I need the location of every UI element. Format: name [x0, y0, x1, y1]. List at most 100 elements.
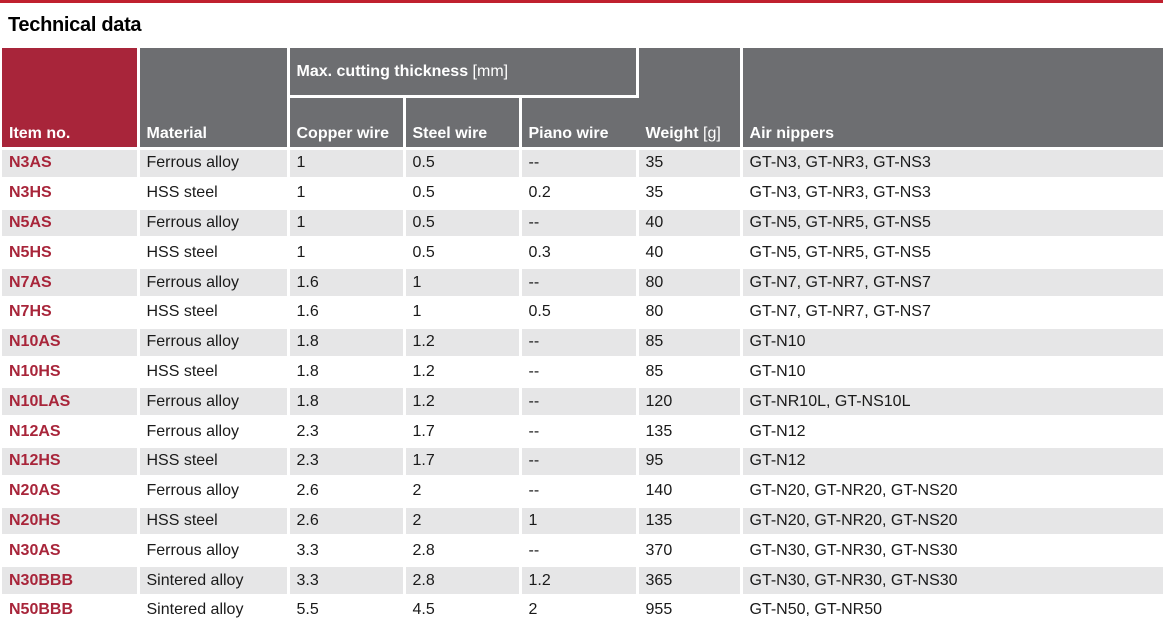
cell-piano-wire: --	[520, 267, 639, 299]
cell-item-no: N5AS	[2, 208, 140, 240]
cell-copper-wire: 1.6	[288, 297, 406, 329]
table-row: N20AS Ferrous alloy 2.6 2 -- 140 GT-N20, GT-NR…	[2, 476, 1163, 508]
cell-item-no: N50BBB	[2, 595, 140, 627]
cell-weight: 135	[637, 416, 743, 448]
cell-steel-wire: 2.8	[404, 535, 522, 568]
cell-item-no: N20AS	[2, 476, 140, 508]
table-row: N3HS HSS steel 1 0.5 0.2 35 GT-N3, GT-NR3, GT-…	[2, 178, 1163, 210]
cell-air-nippers: GT-N30, GT-NR30, GT-NS30	[741, 535, 1163, 568]
cell-steel-wire: 0.5	[404, 237, 522, 270]
cell-weight: 140	[637, 476, 743, 508]
table-row: N5HS HSS steel 1 0.5 0.3 40 GT-N5, GT-NR5, GT-…	[2, 237, 1163, 270]
cell-steel-wire: 1.2	[404, 386, 522, 419]
cell-air-nippers: GT-N3, GT-NR3, GT-NS3	[741, 148, 1163, 180]
cell-steel-wire: 1.7	[404, 416, 522, 448]
cell-copper-wire: 1.8	[288, 327, 406, 359]
table-row: N10AS Ferrous alloy 1.8 1.2 -- 85 GT-N10	[2, 327, 1163, 359]
table-row: N30AS Ferrous alloy 3.3 2.8 -- 370 GT-N30, GT-…	[2, 535, 1163, 568]
cell-air-nippers: GT-N10	[741, 357, 1163, 389]
cell-copper-wire: 5.5	[288, 595, 406, 627]
header-steel-wire: Steel wire	[404, 96, 522, 150]
cell-material: Sintered alloy	[138, 565, 290, 597]
cell-weight: 95	[637, 446, 743, 478]
table-row: N3AS Ferrous alloy 1 0.5 -- 35 GT-N3, GT-NR3, …	[2, 148, 1163, 180]
table-row: N30BBB Sintered alloy 3.3 2.8 1.2 365 GT-N30, …	[2, 565, 1163, 597]
table-row: N7AS Ferrous alloy 1.6 1 -- 80 GT-N7, GT-NR7, …	[2, 267, 1163, 299]
cell-weight: 365	[637, 565, 743, 597]
cell-material: HSS steel	[138, 506, 290, 538]
cell-material: Ferrous alloy	[138, 208, 290, 240]
cell-steel-wire: 1.2	[404, 357, 522, 389]
cell-weight: 80	[637, 297, 743, 329]
cell-air-nippers: GT-N10	[741, 327, 1163, 359]
cell-steel-wire: 0.5	[404, 208, 522, 240]
header-row-group: Item no. Material Max. cutting thickness…	[2, 48, 1163, 150]
cell-air-nippers: GT-N50, GT-NR50	[741, 595, 1163, 627]
cell-steel-wire: 4.5	[404, 595, 522, 627]
cell-item-no: N30AS	[2, 535, 140, 568]
cell-steel-wire: 1	[404, 297, 522, 329]
cell-item-no: N5HS	[2, 237, 140, 270]
cell-item-no: N12AS	[2, 416, 140, 448]
table-row: N10LAS Ferrous alloy 1.8 1.2 -- 120 GT-NR10L, …	[2, 386, 1163, 419]
cell-air-nippers: GT-N5, GT-NR5, GT-NS5	[741, 237, 1163, 270]
page-title: Technical data	[8, 14, 142, 36]
cell-material: Ferrous alloy	[138, 476, 290, 508]
header-air-nippers: Air nippers	[741, 48, 1163, 150]
cell-material: HSS steel	[138, 446, 290, 478]
header-weight: Weight [g]	[637, 48, 743, 150]
cell-material: Sintered alloy	[138, 595, 290, 627]
cell-item-no: N30BBB	[2, 565, 140, 597]
cell-air-nippers: GT-N20, GT-NR20, GT-NS20	[741, 476, 1163, 508]
cell-item-no: N3AS	[2, 148, 140, 180]
header-copper-wire: Copper wire	[288, 96, 406, 150]
cell-piano-wire: --	[520, 386, 639, 419]
cell-piano-wire: 0.5	[520, 297, 639, 329]
cell-copper-wire: 1	[288, 148, 406, 180]
cell-air-nippers: GT-NR10L, GT-NS10L	[741, 386, 1163, 419]
cell-copper-wire: 3.3	[288, 565, 406, 597]
cell-material: Ferrous alloy	[138, 535, 290, 568]
cell-copper-wire: 1	[288, 208, 406, 240]
cell-material: HSS steel	[138, 178, 290, 210]
cell-material: Ferrous alloy	[138, 327, 290, 359]
table-row: N5AS Ferrous alloy 1 0.5 -- 40 GT-N5, GT-NR5, …	[2, 208, 1163, 240]
cell-copper-wire: 2.6	[288, 506, 406, 538]
cell-item-no: N20HS	[2, 506, 140, 538]
cell-item-no: N7HS	[2, 297, 140, 329]
table-row: N7HS HSS steel 1.6 1 0.5 80 GT-N7, GT-NR7, GT-…	[2, 297, 1163, 329]
cell-weight: 370	[637, 535, 743, 568]
cell-piano-wire: --	[520, 208, 639, 240]
header-material: Material	[138, 48, 290, 150]
cell-steel-wire: 0.5	[404, 178, 522, 210]
cell-copper-wire: 1.8	[288, 386, 406, 419]
cell-weight: 85	[637, 327, 743, 359]
table-row: N10HS HSS steel 1.8 1.2 -- 85 GT-N10	[2, 357, 1163, 389]
top-accent-rule	[0, 0, 1163, 3]
cell-copper-wire: 1	[288, 237, 406, 270]
header-max-cutting-label: Max. cutting thickness	[296, 62, 469, 80]
cell-piano-wire: 1	[520, 506, 639, 538]
table-row: N50BBB Sintered alloy 5.5 4.5 2 955 GT-N50, GT…	[2, 595, 1163, 627]
cell-air-nippers: GT-N12	[741, 416, 1163, 448]
header-weight-label: Weight	[645, 125, 699, 142]
cell-piano-wire: --	[520, 357, 639, 389]
cell-piano-wire: --	[520, 446, 639, 478]
cell-weight: 120	[637, 386, 743, 419]
cell-item-no: N12HS	[2, 446, 140, 478]
cell-steel-wire: 1	[404, 267, 522, 299]
technical-data-table: Item no. Material Max. cutting thickness…	[2, 48, 1163, 627]
cell-weight: 80	[637, 267, 743, 299]
cell-piano-wire: --	[520, 535, 639, 568]
cell-air-nippers: GT-N7, GT-NR7, GT-NS7	[741, 267, 1163, 299]
header-item-no: Item no.	[2, 48, 140, 150]
cell-material: Ferrous alloy	[138, 386, 290, 419]
cell-material: Ferrous alloy	[138, 267, 290, 299]
cell-material: HSS steel	[138, 357, 290, 389]
cell-material: Ferrous alloy	[138, 148, 290, 180]
cell-material: HSS steel	[138, 237, 290, 270]
header-max-cutting-unit: [mm]	[472, 62, 509, 80]
cell-steel-wire: 2.8	[404, 565, 522, 597]
cell-copper-wire: 2.3	[288, 446, 406, 478]
cell-piano-wire: 2	[520, 595, 639, 627]
